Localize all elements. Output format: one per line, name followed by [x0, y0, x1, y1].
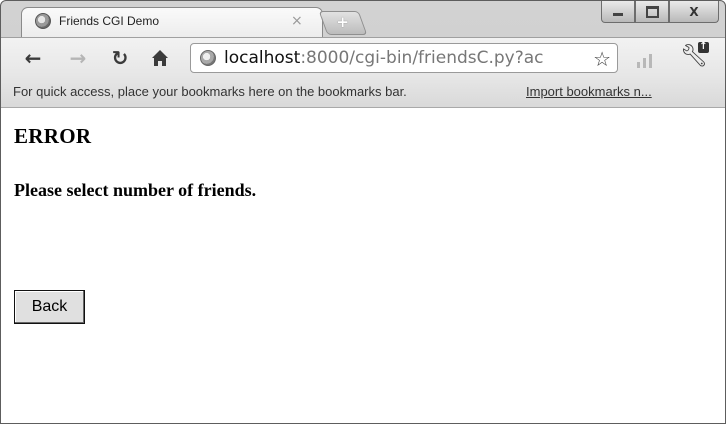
reload-icon: ↻ — [111, 46, 129, 70]
url-text: localhost:8000/cgi-bin/friendsC.py?ac — [224, 48, 544, 68]
reload-button[interactable]: ↻ — [108, 46, 132, 70]
back-nav-button[interactable]: ← — [21, 46, 45, 70]
tab-close-button[interactable]: × — [291, 13, 303, 29]
new-tab-button[interactable]: + — [318, 11, 368, 35]
page-content: ERROR Please select number of friends. B… — [1, 108, 725, 423]
tab[interactable]: Friends CGI Demo × — [21, 7, 331, 38]
close-window-button[interactable]: X — [669, 1, 719, 23]
update-badge-icon: ↑ — [698, 41, 709, 53]
import-bookmarks-link[interactable]: Import bookmarks n... — [526, 84, 652, 99]
plus-icon: + — [336, 13, 349, 31]
back-button[interactable]: Back — [14, 290, 85, 324]
address-bar[interactable]: localhost:8000/cgi-bin/friendsC.py?ac ☆ — [190, 43, 618, 73]
minimize-button[interactable] — [601, 1, 635, 23]
tab-title: Friends CGI Demo — [59, 14, 160, 28]
arrow-left-icon: ← — [24, 46, 42, 70]
bookmarks-bar-message: For quick access, place your bookmarks h… — [13, 84, 407, 99]
arrow-right-icon: → — [69, 46, 87, 70]
home-button[interactable] — [148, 46, 172, 70]
window-controls: X — [601, 1, 719, 23]
minimize-icon — [613, 13, 623, 16]
page-title: ERROR — [14, 124, 92, 148]
star-icon[interactable]: ☆ — [593, 47, 611, 71]
signal-icon — [637, 50, 657, 68]
title-bar: Friends CGI Demo × + X — [1, 1, 725, 38]
toolbar: ← → ↻ localhost:8000/cgi-bin/friendsC.py… — [1, 37, 725, 78]
bookmarks-bar: For quick access, place your bookmarks h… — [1, 77, 725, 108]
maximize-button[interactable] — [635, 1, 669, 23]
back-button-wrap: Back — [14, 184, 86, 324]
globe-icon — [35, 13, 51, 29]
forward-nav-button[interactable]: → — [66, 46, 90, 70]
globe-icon — [200, 50, 216, 66]
close-icon: X — [689, 4, 699, 19]
home-icon — [152, 50, 168, 66]
browser-window: Friends CGI Demo × + X ← → ↻ localhost:8… — [0, 0, 726, 424]
maximize-icon — [645, 5, 659, 18]
